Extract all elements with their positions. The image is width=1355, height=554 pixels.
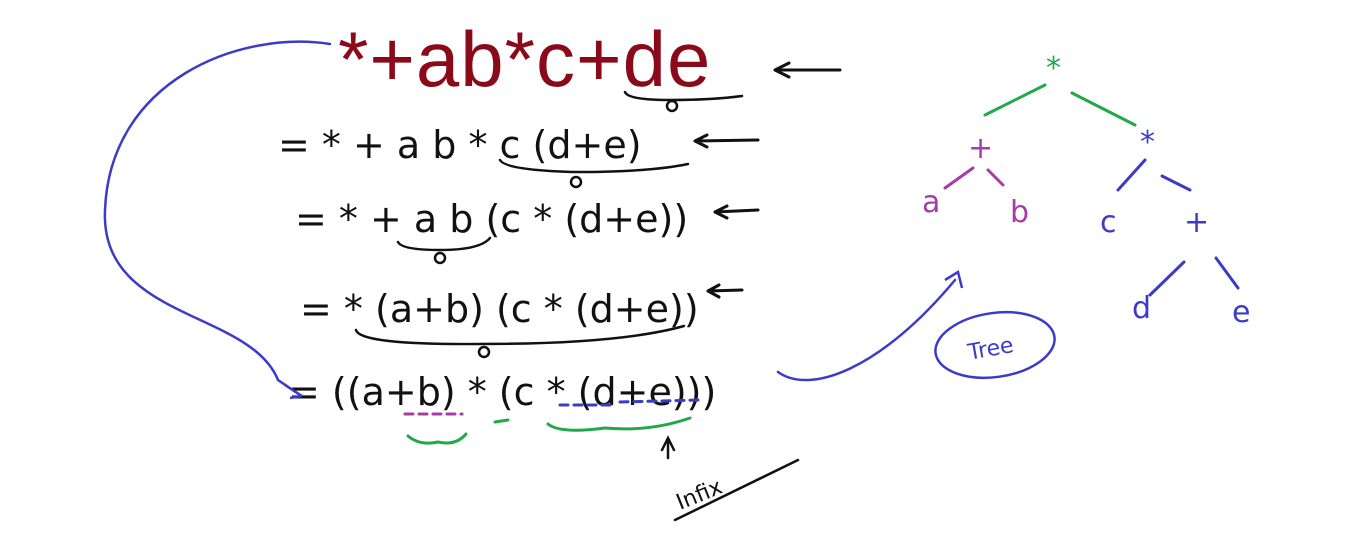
arrow-icon	[706, 283, 744, 299]
tree-node-rr: +	[1184, 205, 1209, 240]
brace-step3-mark	[477, 345, 491, 359]
tree-node-ll: a	[922, 185, 940, 220]
brace-step1-mark	[569, 175, 583, 189]
brace-de-mark	[665, 99, 679, 113]
step-2: = * + a b (c * (d+e))	[295, 197, 688, 241]
tree-node-root: *	[1046, 51, 1061, 86]
step-1: = * + a b * c (d+e)	[278, 123, 642, 167]
whiteboard-canvas: = * + a b * c (d+e) = * + a b (c * (d+e)…	[103, 40, 1250, 522]
tree-label: Tree	[965, 333, 1015, 366]
tree-node-right: *	[1140, 125, 1155, 160]
tree-node-rrr: e	[1232, 295, 1250, 330]
arrow-icon	[713, 204, 760, 220]
brace-ab	[406, 432, 468, 445]
step-4: = ((a+b) * (c * (d+e)))	[288, 370, 716, 414]
mark-star	[493, 418, 510, 424]
tree-node-left: +	[968, 131, 993, 166]
tree-edges	[943, 83, 1240, 297]
tree-node-lr: b	[1010, 195, 1029, 230]
infix-pointer-icon	[660, 435, 676, 460]
arrow-icon	[693, 133, 760, 149]
brace-de	[623, 90, 744, 102]
tree-node-rl: c	[1100, 205, 1117, 240]
brace-c-de	[546, 416, 692, 432]
brace-step2-mark	[433, 251, 447, 265]
arrow-icon	[773, 61, 842, 79]
step-3: = * (a+b) (c * (d+e))	[300, 287, 699, 331]
tree-node-rrl: d	[1132, 291, 1151, 326]
to-tree-arrow	[776, 278, 957, 382]
